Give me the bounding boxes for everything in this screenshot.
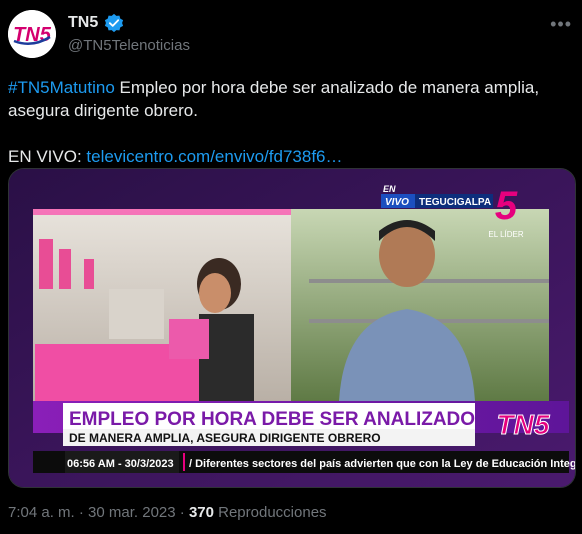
tweet-media-image[interactable]: EN VIVO TEGUCIGALPA 5 EL LÍDER EMPLEO PO… — [8, 168, 576, 488]
author-handle[interactable]: @TN5Telenoticias — [68, 37, 190, 54]
banner-logo-text: TN5 — [497, 409, 550, 440]
author-name[interactable]: TN5 — [68, 14, 98, 32]
tweet-text: #TN5Matutino Empleo por hora debe ser an… — [8, 76, 568, 168]
tweet-header: TN5 TN5 @TN5Telenoticias ••• — [8, 10, 574, 62]
timestamp[interactable]: 7:04 a. m. · 30 mar. 2023 · — [8, 504, 189, 521]
views-count: 370 — [188, 504, 214, 521]
channel-tagline: EL LÍDER — [488, 230, 523, 239]
live-label: EN VIVO: — [8, 147, 87, 166]
channel-number: 5 — [495, 184, 518, 228]
headline: EMPLEO POR HORA DEBE SER ANALIZADO — [69, 409, 475, 430]
ticker-text: / Diferentes sectores del país advierten… — [189, 458, 575, 470]
views-label: Reproducciones — [213, 504, 327, 521]
location-label: TEGUCIGALPA — [419, 197, 491, 208]
ticker-time: 06:56 AM - 30/3/2023 — [67, 458, 174, 470]
tweet-meta: 7:04 a. m. · 30 mar. 2023 · 370 Reproduc… — [8, 504, 327, 521]
subheadline: DE MANERA AMPLIA, ASEGURA DIRIGENTE OBRE… — [69, 431, 381, 445]
factory-scene — [33, 209, 291, 401]
tn5-banner-logo: TN5 — [496, 409, 550, 441]
more-horizontal-icon[interactable]: ••• — [550, 14, 572, 35]
avatar[interactable]: TN5 — [8, 10, 56, 58]
tn5-logo-icon: TN5 — [8, 10, 56, 58]
live-en-label: EN — [383, 184, 396, 194]
tweet-link[interactable]: televicentro.com/envivo/fd738f6… — [86, 147, 342, 166]
live-vivo-label: VIVO — [385, 197, 409, 208]
verified-badge-icon — [104, 13, 124, 33]
hashtag-link[interactable]: #TN5Matutino — [8, 78, 115, 97]
